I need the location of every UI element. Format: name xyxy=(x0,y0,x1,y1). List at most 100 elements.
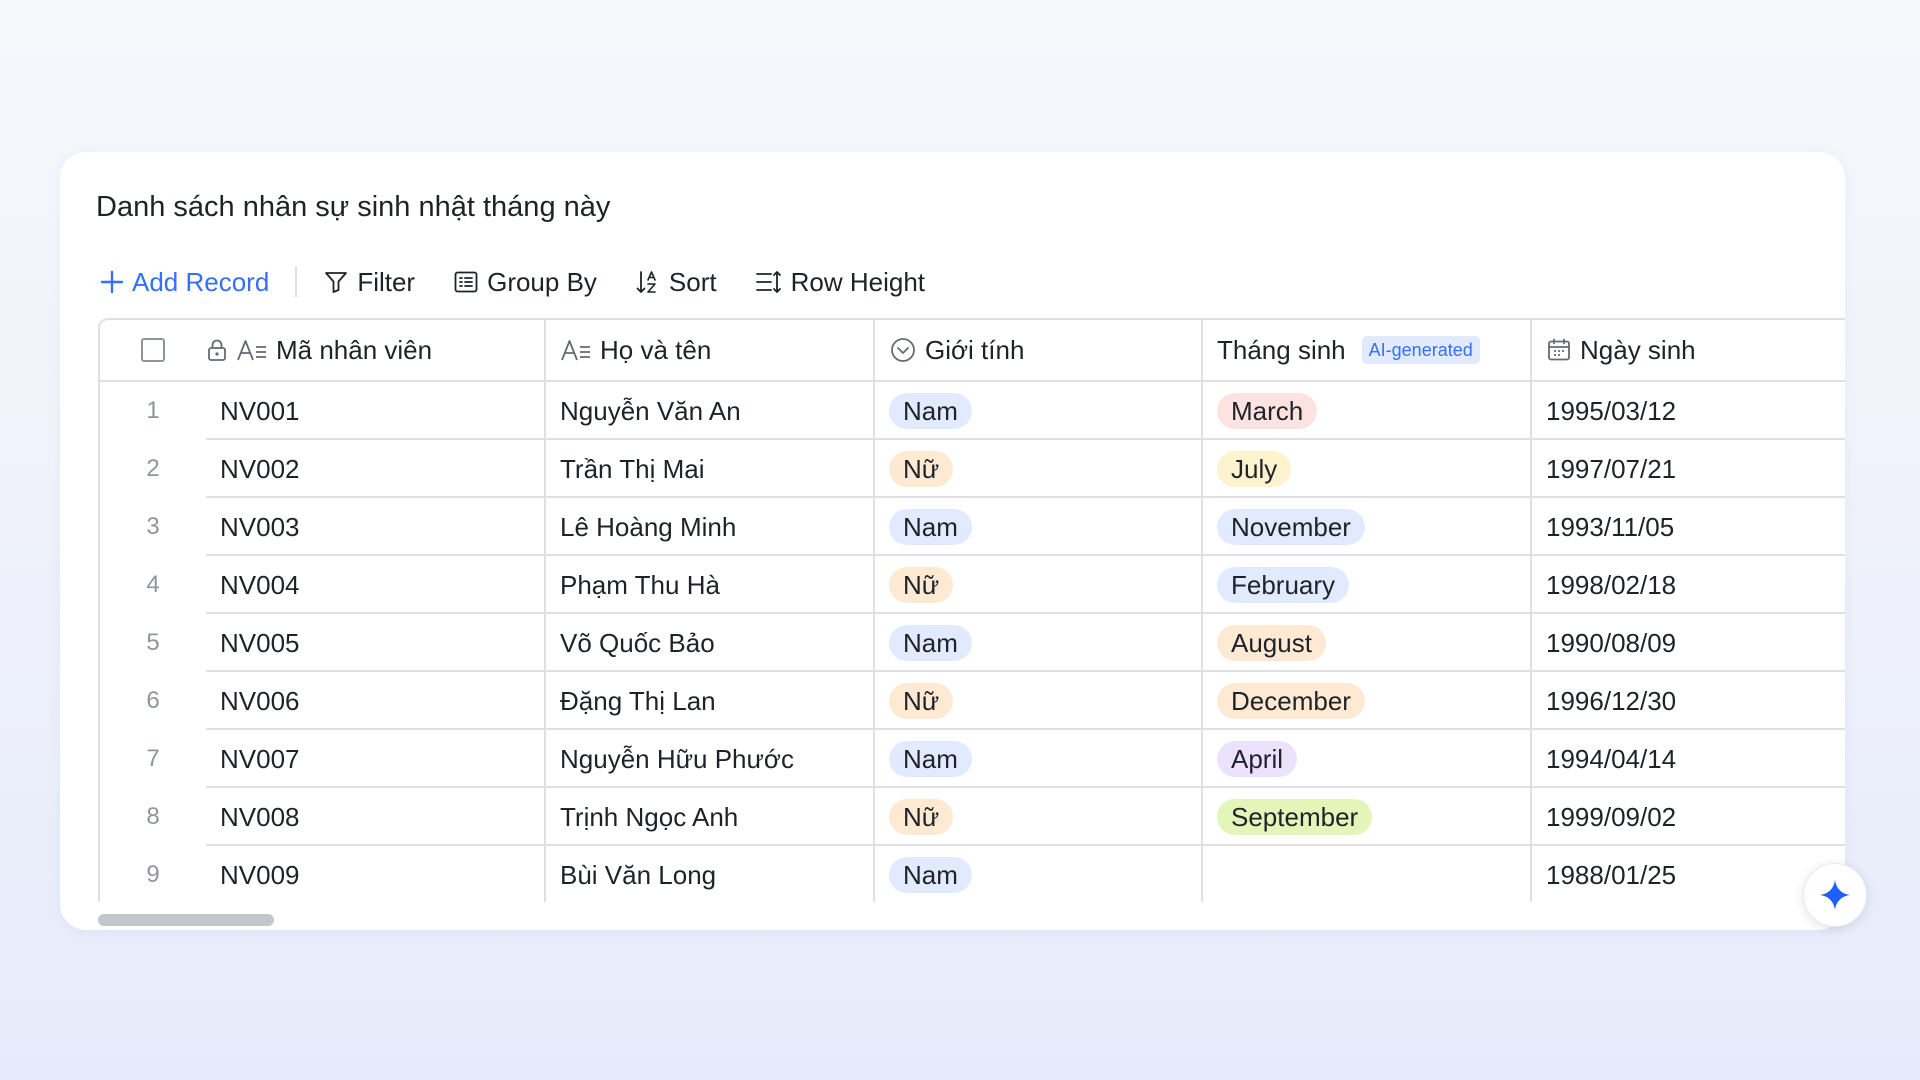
cell-month[interactable]: August xyxy=(1203,614,1532,672)
cell-name[interactable]: Trần Thị Mai xyxy=(546,440,875,498)
data-grid: Mã nhân viên Họ và tên Giới tính Tháng s… xyxy=(98,318,1845,902)
cell-gender[interactable]: Nữ xyxy=(875,788,1203,846)
row-number: 4 xyxy=(146,571,160,598)
horizontal-scrollbar[interactable] xyxy=(98,914,274,926)
cell-date[interactable]: 1997/07/21 xyxy=(1532,440,1845,498)
cell-gender[interactable]: Nam xyxy=(875,498,1203,556)
cell-date[interactable]: 1998/02/18 xyxy=(1532,556,1845,614)
cell-name[interactable]: Lê Hoàng Minh xyxy=(546,498,875,556)
sort-label: Sort xyxy=(668,266,717,297)
cell-month[interactable]: September xyxy=(1203,788,1532,846)
view-title: Danh sách nhân sự sinh nhật tháng này xyxy=(96,191,611,223)
cell-code[interactable]: NV008 xyxy=(206,788,546,846)
gender-tag: Nữ xyxy=(889,567,954,603)
cell-date[interactable]: 1993/11/05 xyxy=(1532,498,1845,556)
cell-code[interactable]: NV006 xyxy=(206,672,546,730)
gender-tag: Nam xyxy=(889,857,972,893)
cell-name[interactable]: Trịnh Ngọc Anh xyxy=(546,788,875,846)
month-tag: July xyxy=(1217,451,1292,487)
cell-date[interactable]: 1990/08/09 xyxy=(1532,614,1845,672)
cell-gender[interactable]: Nữ xyxy=(875,672,1203,730)
cell-code[interactable]: NV004 xyxy=(206,556,546,614)
table-row[interactable]: 1 NV001 Nguyễn Văn An Nam March 1995/03/… xyxy=(100,382,1845,440)
cell-name[interactable]: Bùi Văn Long xyxy=(546,846,875,902)
gender-tag: Nam xyxy=(889,625,972,661)
month-tag: August xyxy=(1217,625,1326,661)
cell-code[interactable]: NV003 xyxy=(206,498,546,556)
column-header-gender[interactable]: Giới tính xyxy=(875,320,1203,380)
cell-code[interactable]: NV001 xyxy=(206,382,546,440)
calendar-icon xyxy=(1546,337,1572,363)
cell-month[interactable]: July xyxy=(1203,440,1532,498)
column-header-code-label: Mã nhân viên xyxy=(276,334,433,365)
table-row[interactable]: 6 NV006 Đặng Thị Lan Nữ December 1996/12… xyxy=(100,672,1845,730)
filter-button[interactable]: Filter xyxy=(323,262,415,302)
cell-month[interactable]: November xyxy=(1203,498,1532,556)
lock-icon xyxy=(206,338,228,362)
cell-gender[interactable]: Nam xyxy=(875,614,1203,672)
table-row[interactable]: 9 NV009 Bùi Văn Long Nam 1988/01/25 xyxy=(100,846,1845,902)
cell-month[interactable]: December xyxy=(1203,672,1532,730)
cell-name[interactable]: Nguyễn Hữu Phước xyxy=(546,730,875,788)
cell-gender[interactable]: Nữ xyxy=(875,556,1203,614)
cell-month[interactable]: February xyxy=(1203,556,1532,614)
ai-assistant-button[interactable] xyxy=(1803,863,1867,927)
gender-tag: Nam xyxy=(889,741,972,777)
cell-date[interactable]: 1988/01/25 xyxy=(1532,846,1845,902)
gender-tag: Nữ xyxy=(889,451,954,487)
month-tag: April xyxy=(1217,741,1298,777)
cell-name[interactable]: Võ Quốc Bảo xyxy=(546,614,875,672)
cell-code[interactable]: NV009 xyxy=(206,846,546,902)
column-header-month-label: Tháng sinh xyxy=(1217,334,1346,365)
cell-date[interactable]: 1995/03/12 xyxy=(1532,382,1845,440)
cell-month[interactable] xyxy=(1203,846,1532,902)
add-record-button[interactable]: Add Record xyxy=(100,262,269,302)
column-header-name[interactable]: Họ và tên xyxy=(546,320,875,380)
month-tag: March xyxy=(1217,393,1318,429)
cell-date[interactable]: 1994/04/14 xyxy=(1532,730,1845,788)
cell-code[interactable]: NV005 xyxy=(206,614,546,672)
table-row[interactable]: 5 NV005 Võ Quốc Bảo Nam August 1990/08/0… xyxy=(100,614,1845,672)
sparkle-icon xyxy=(1820,880,1850,910)
column-header-month[interactable]: Tháng sinh AI-generated xyxy=(1203,320,1532,380)
cell-code[interactable]: NV007 xyxy=(206,730,546,788)
gender-tag: Nam xyxy=(889,509,972,545)
row-number: 9 xyxy=(146,861,160,888)
gender-tag: Nữ xyxy=(889,683,954,719)
group-by-button[interactable]: Group By xyxy=(453,262,597,302)
cell-date[interactable]: 1996/12/30 xyxy=(1532,672,1845,730)
header-row: Mã nhân viên Họ và tên Giới tính Tháng s… xyxy=(100,320,1845,382)
plus-icon xyxy=(100,270,124,294)
cell-month[interactable]: April xyxy=(1203,730,1532,788)
month-tag: December xyxy=(1217,683,1365,719)
cell-name[interactable]: Phạm Thu Hà xyxy=(546,556,875,614)
cell-date[interactable]: 1999/09/02 xyxy=(1532,788,1845,846)
month-tag: September xyxy=(1217,799,1373,835)
row-number: 2 xyxy=(146,455,160,482)
cell-name[interactable]: Nguyễn Văn An xyxy=(546,382,875,440)
table-row[interactable]: 7 NV007 Nguyễn Hữu Phước Nam April 1994/… xyxy=(100,730,1845,788)
table-row[interactable]: 2 NV002 Trần Thị Mai Nữ July 1997/07/21 xyxy=(100,440,1845,498)
column-header-date[interactable]: Ngày sinh xyxy=(1532,320,1845,380)
column-header-code[interactable]: Mã nhân viên xyxy=(206,320,546,380)
month-tag: February xyxy=(1217,567,1350,603)
cell-gender[interactable]: Nam xyxy=(875,846,1203,902)
single-select-icon xyxy=(889,336,917,364)
table-row[interactable]: 8 NV008 Trịnh Ngọc Anh Nữ September 1999… xyxy=(100,788,1845,846)
cell-gender[interactable]: Nam xyxy=(875,382,1203,440)
cell-code[interactable]: NV002 xyxy=(206,440,546,498)
row-height-icon xyxy=(755,271,781,293)
sort-button[interactable]: Sort xyxy=(635,262,717,302)
table-row[interactable]: 4 NV004 Phạm Thu Hà Nữ February 1998/02/… xyxy=(100,556,1845,614)
cell-month[interactable]: March xyxy=(1203,382,1532,440)
cell-gender[interactable]: Nữ xyxy=(875,440,1203,498)
month-tag: November xyxy=(1217,509,1365,545)
row-number: 5 xyxy=(146,629,160,656)
row-height-button[interactable]: Row Height xyxy=(755,262,925,302)
row-height-label: Row Height xyxy=(790,266,926,297)
table-row[interactable]: 3 NV003 Lê Hoàng Minh Nam November 1993/… xyxy=(100,498,1845,556)
cell-gender[interactable]: Nam xyxy=(875,730,1203,788)
cell-name[interactable]: Đặng Thị Lan xyxy=(546,672,875,730)
select-all-checkbox[interactable] xyxy=(141,338,165,362)
row-number: 6 xyxy=(146,687,160,714)
